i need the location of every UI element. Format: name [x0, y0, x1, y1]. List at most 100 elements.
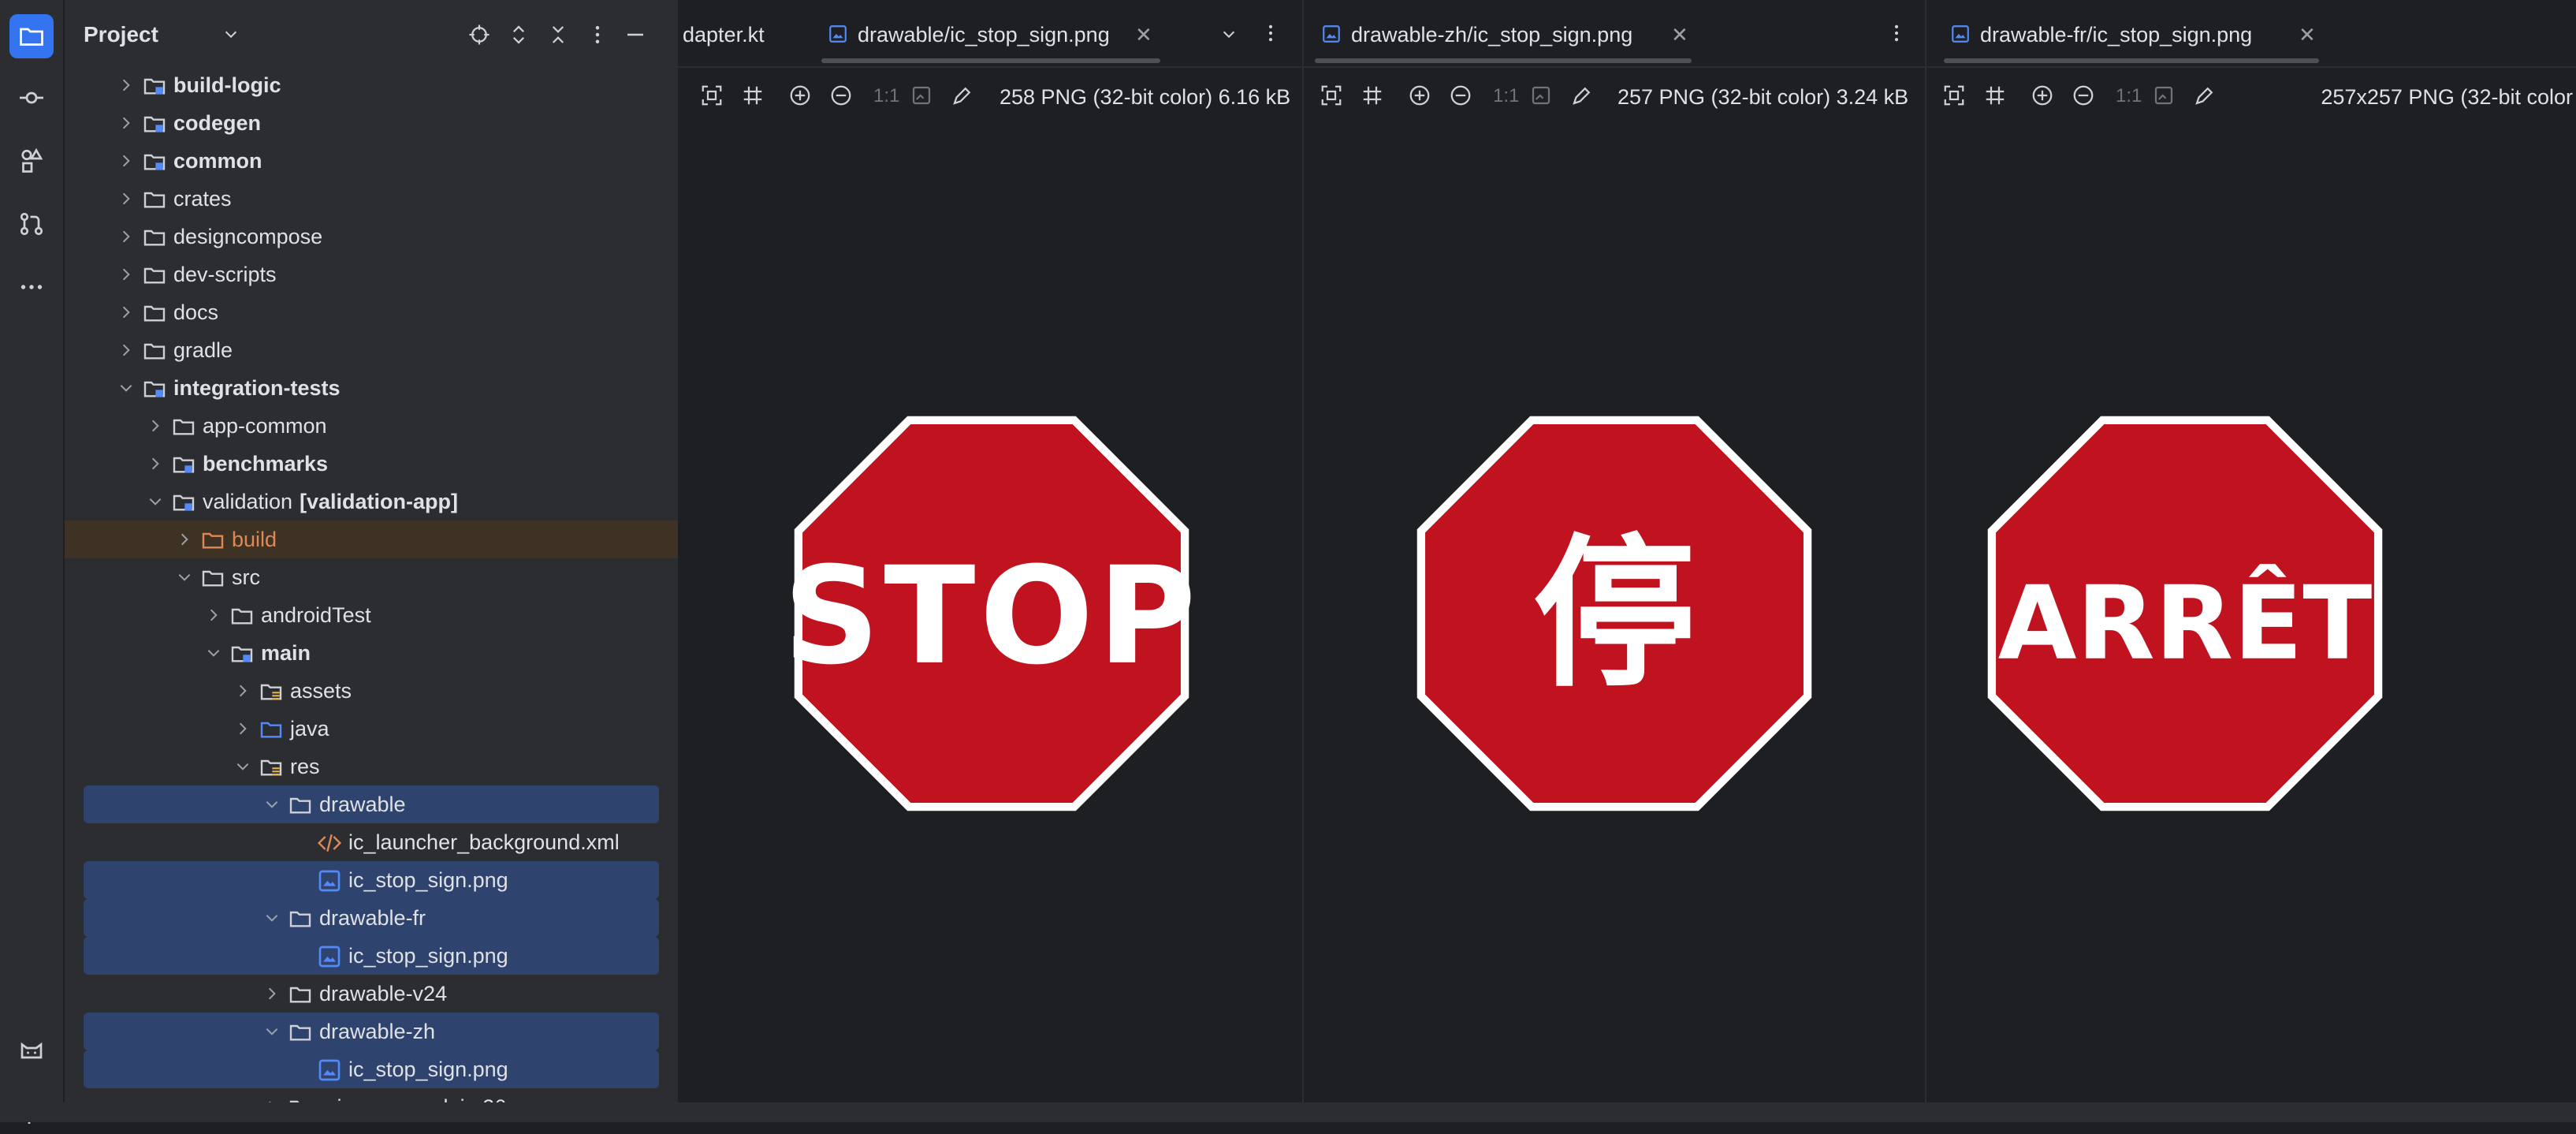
- more-vertical-icon[interactable]: [1260, 22, 1282, 44]
- tab-drawable-fr-stop-sign[interactable]: drawable-fr/ic_stop_sign.png ✕: [1944, 0, 2319, 66]
- close-icon[interactable]: ✕: [1671, 0, 1688, 69]
- tree-item[interactable]: build-logic: [65, 66, 678, 104]
- hide-panel-icon[interactable]: [621, 21, 650, 49]
- chevron-right-icon[interactable]: [118, 153, 134, 169]
- color-picker-icon[interactable]: [949, 82, 976, 109]
- tree-item[interactable]: drawable-zh: [84, 1013, 659, 1050]
- bottom-scrollbar[interactable]: [0, 1102, 2576, 1122]
- chevron-right-icon[interactable]: [118, 191, 134, 207]
- chevron-down-icon[interactable]: [177, 569, 192, 585]
- tree-item[interactable]: dev-scripts: [65, 256, 678, 293]
- image-toolbar: 1:1 257x257 PNG (32-bit color: [1926, 68, 2576, 123]
- chevron-right-icon[interactable]: [177, 532, 192, 547]
- tree-item[interactable]: integration-tests: [65, 369, 678, 407]
- chevron-right-icon[interactable]: [118, 267, 134, 282]
- more-vertical-icon[interactable]: [1885, 22, 1908, 44]
- zoom-in-icon[interactable]: [787, 82, 813, 109]
- fit-zoom-icon[interactable]: [1941, 82, 1967, 109]
- tree-item[interactable]: drawable-fr: [84, 899, 659, 937]
- zoom-in-icon[interactable]: [1406, 82, 1433, 109]
- chevron-down-icon[interactable]: [222, 25, 240, 43]
- tree-item[interactable]: designcompose: [65, 218, 678, 256]
- tree-item-label: androidTest: [261, 603, 371, 627]
- chevron-down-icon[interactable]: [264, 1024, 280, 1039]
- chevron-right-icon[interactable]: [147, 418, 163, 434]
- chevron-down-icon[interactable]: [235, 759, 251, 774]
- background-icon[interactable]: [908, 82, 935, 109]
- project-panel-title[interactable]: Project: [84, 22, 158, 47]
- commit-tool-button[interactable]: [9, 76, 54, 120]
- tab-drawable-zh-stop-sign[interactable]: drawable-zh/ic_stop_sign.png ✕: [1315, 0, 1692, 66]
- chevron-right-icon[interactable]: [118, 229, 134, 244]
- background-icon[interactable]: [1528, 82, 1554, 109]
- chevron-right-icon[interactable]: [118, 342, 134, 358]
- tabs-dropdown-icon[interactable]: [1220, 25, 1238, 43]
- tab-adapter-kt[interactable]: dapter.kt: [683, 0, 801, 66]
- tree-item[interactable]: build: [65, 520, 678, 558]
- expand-all-icon[interactable]: [504, 21, 533, 49]
- chevron-right-icon[interactable]: [118, 77, 134, 93]
- tree-item[interactable]: src: [65, 558, 678, 596]
- tab-drawable-stop-sign[interactable]: drawable/ic_stop_sign.png ✕: [821, 0, 1160, 66]
- close-icon[interactable]: ✕: [2299, 0, 2316, 69]
- zoom-out-icon[interactable]: [828, 82, 854, 109]
- chevron-right-icon[interactable]: [235, 683, 251, 699]
- tree-item[interactable]: app-common: [65, 407, 678, 445]
- tree-item[interactable]: crates: [65, 180, 678, 218]
- tree-item[interactable]: ic_launcher_background.xml: [65, 823, 678, 861]
- tree-item[interactable]: drawable-v24: [65, 975, 678, 1013]
- tree-item[interactable]: assets: [65, 672, 678, 710]
- chevron-down-icon[interactable]: [264, 910, 280, 926]
- structure-tool-button[interactable]: [9, 139, 54, 183]
- tree-item[interactable]: benchmarks: [65, 445, 678, 483]
- chevron-right-icon[interactable]: [235, 721, 251, 737]
- locate-icon[interactable]: [465, 21, 493, 49]
- tree-item[interactable]: androidTest: [65, 596, 678, 634]
- tree-item[interactable]: res: [65, 748, 678, 785]
- chevron-down-icon[interactable]: [206, 645, 221, 661]
- tree-item[interactable]: gradle: [65, 331, 678, 369]
- fit-zoom-icon[interactable]: [1318, 82, 1345, 109]
- more-tools-button[interactable]: [9, 265, 54, 309]
- actual-size-button[interactable]: 1:1: [2116, 85, 2142, 107]
- tree-item[interactable]: java: [65, 710, 678, 748]
- project-tool-button[interactable]: [9, 14, 54, 58]
- image-editor-pane: drawable-zh/ic_stop_sign.png ✕ 1:1 257 P…: [1304, 0, 1925, 1122]
- folder-icon: [142, 224, 167, 249]
- tree-item[interactable]: docs: [65, 293, 678, 331]
- chevron-right-icon[interactable]: [264, 986, 280, 1002]
- fit-zoom-icon[interactable]: [698, 82, 725, 109]
- chevron-down-icon[interactable]: [147, 494, 163, 509]
- zoom-out-icon[interactable]: [1447, 82, 1474, 109]
- tab-bar: drawable-zh/ic_stop_sign.png ✕: [1304, 0, 1925, 68]
- close-icon[interactable]: ✕: [1135, 0, 1152, 69]
- zoom-out-icon[interactable]: [2070, 82, 2097, 109]
- actual-size-button[interactable]: 1:1: [1493, 85, 1519, 107]
- color-picker-icon[interactable]: [1569, 82, 1595, 109]
- chevron-right-icon[interactable]: [206, 607, 221, 623]
- tree-item[interactable]: validation [validation-app]: [65, 483, 678, 520]
- grid-icon[interactable]: [1982, 82, 2008, 109]
- grid-icon[interactable]: [1359, 82, 1386, 109]
- chevron-right-icon[interactable]: [118, 304, 134, 320]
- actual-size-button[interactable]: 1:1: [873, 85, 899, 107]
- tree-item[interactable]: ic_stop_sign.png: [84, 937, 659, 975]
- resources-folder-icon: [259, 754, 284, 779]
- grid-icon[interactable]: [739, 82, 766, 109]
- tree-item[interactable]: drawable: [84, 785, 659, 823]
- tree-item[interactable]: ic_stop_sign.png: [84, 1050, 659, 1088]
- collapse-all-icon[interactable]: [544, 21, 572, 49]
- chevron-right-icon[interactable]: [147, 456, 163, 472]
- more-vertical-icon[interactable]: [583, 21, 612, 49]
- tree-item[interactable]: main: [65, 634, 678, 672]
- cat-tool-button[interactable]: [9, 1028, 54, 1072]
- chevron-right-icon[interactable]: [118, 115, 134, 131]
- zoom-in-icon[interactable]: [2029, 82, 2056, 109]
- chevron-down-icon[interactable]: [264, 796, 280, 812]
- background-icon[interactable]: [2150, 82, 2177, 109]
- chevron-down-icon[interactable]: [118, 380, 134, 396]
- pull-requests-tool-button[interactable]: [9, 202, 54, 246]
- tree-item[interactable]: common: [65, 142, 678, 180]
- tree-item[interactable]: ic_stop_sign.png: [84, 861, 659, 899]
- tree-item[interactable]: codegen: [65, 104, 678, 142]
